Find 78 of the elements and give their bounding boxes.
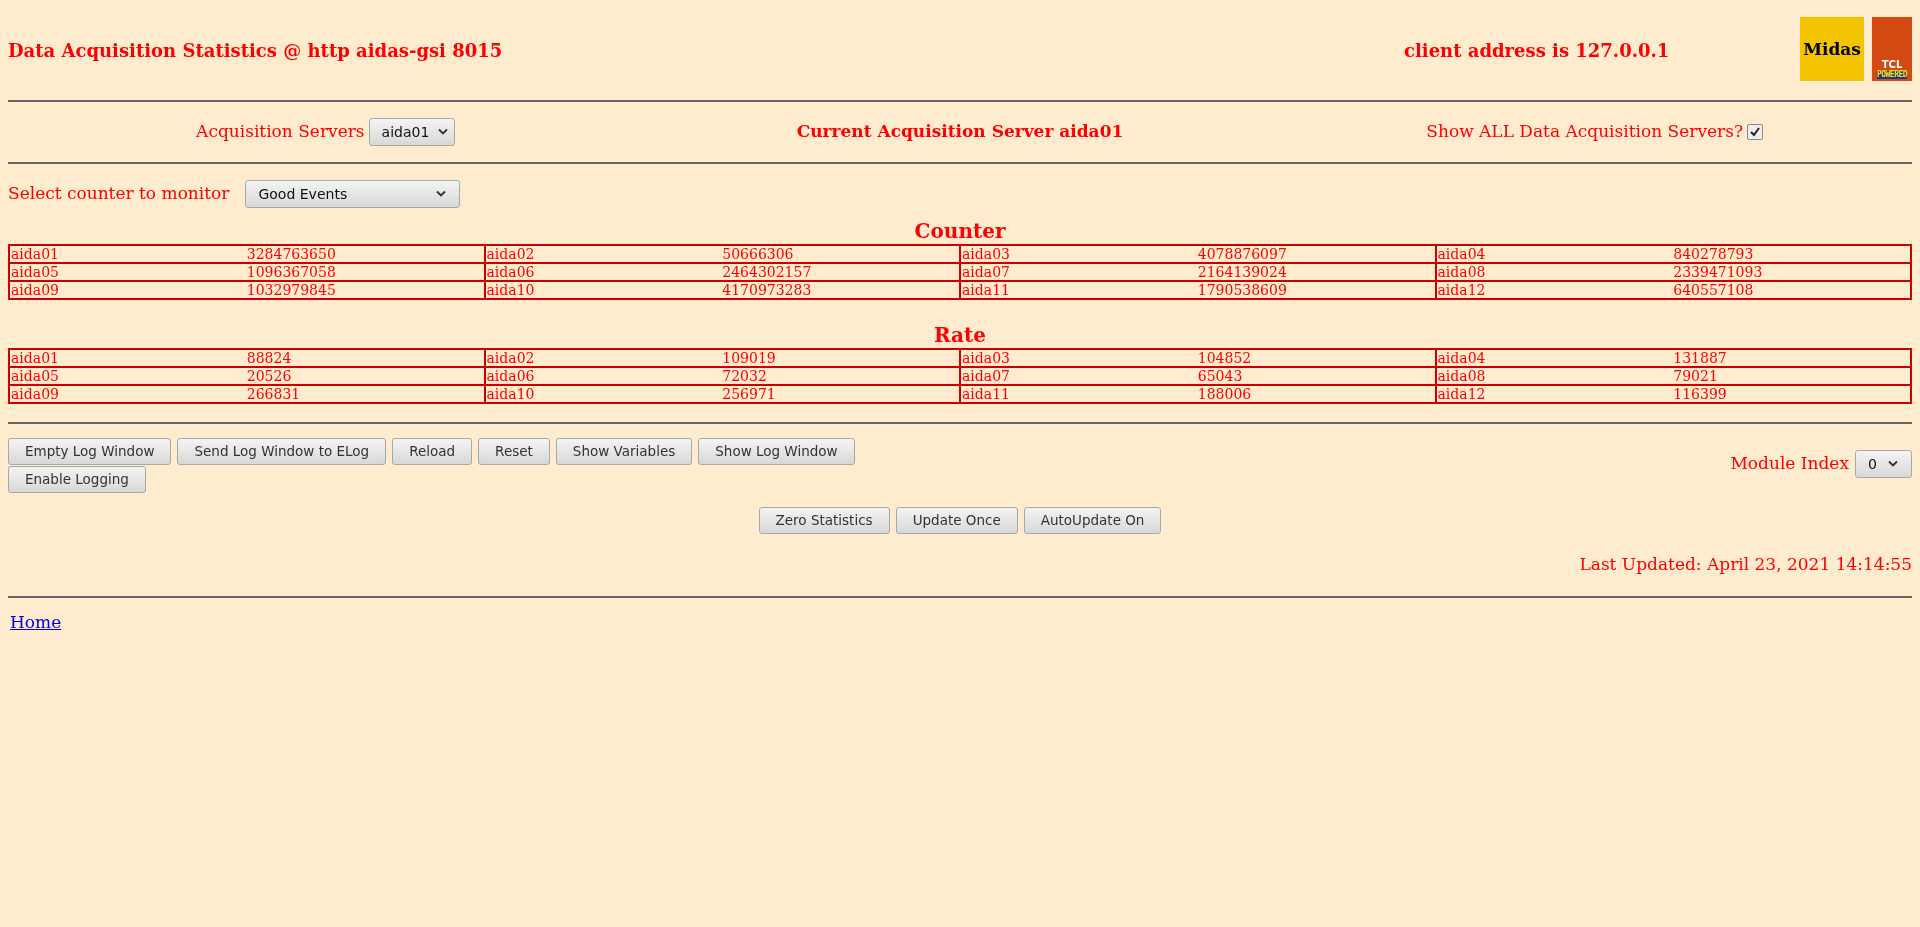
chevron-down-icon — [1887, 460, 1899, 468]
client-address: client address is 127.0.0.1 — [1404, 39, 1670, 61]
home-link[interactable]: Home — [10, 612, 62, 632]
module-name: aida03 — [961, 351, 1011, 365]
module-name: aida11 — [961, 387, 1011, 401]
action-button[interactable]: Show Variables — [555, 438, 693, 465]
module-name: aida12 — [1436, 387, 1487, 401]
module-name: aida03 — [961, 247, 1011, 261]
counter-value: 65043 — [1197, 369, 1244, 383]
counter-value: 88824 — [246, 351, 293, 365]
logo-text: TCL — [1881, 60, 1903, 70]
module-name: aida06 — [485, 265, 536, 279]
counter-value: 256971 — [722, 387, 777, 401]
module-name: aida02 — [485, 351, 536, 365]
module-name: aida09 — [10, 283, 60, 297]
chevron-down-icon — [437, 128, 450, 136]
chevron-down-icon — [435, 190, 448, 198]
show-all-label: Show ALL Data Acquisition Servers? — [1426, 120, 1744, 144]
page-title: Data Acquisition Statistics @ http aidas-gsi 8015 — [8, 39, 503, 61]
counter-value: 4078876097 — [1197, 247, 1288, 261]
module-name: aida05 — [10, 369, 60, 383]
module-name: aida08 — [1436, 369, 1487, 383]
counter-value: 2164139024 — [1197, 265, 1288, 279]
module-name: aida04 — [1436, 247, 1487, 261]
current-server: Current Acquisition Server aida01 — [796, 120, 1124, 144]
servers-label: Acquisition Servers — [196, 120, 365, 144]
action-button[interactable]: AutoUpdate On — [1023, 507, 1162, 534]
action-button[interactable]: Empty Log Window — [8, 438, 172, 465]
module-name: aida08 — [1436, 265, 1487, 279]
action-button[interactable]: Enable Logging — [8, 466, 146, 493]
counter-value: 3284763650 — [246, 247, 337, 261]
module-name: aida09 — [10, 387, 60, 401]
last-updated: Last Updated: April 23, 2021 14:14:55 — [1579, 553, 1912, 577]
module-name: aida01 — [10, 351, 60, 365]
module-name: aida01 — [10, 247, 60, 261]
show-all-checkbox[interactable] — [1747, 124, 1764, 140]
counter-select[interactable]: Good Events — [245, 180, 461, 208]
module-name: aida07 — [961, 369, 1011, 383]
logo-text: Midas — [1803, 40, 1861, 58]
counter-value: 640557108 — [1673, 283, 1755, 297]
counter-value: 188006 — [1197, 387, 1253, 401]
server-select[interactable]: aida01 — [368, 118, 455, 146]
action-button[interactable]: Show Log Window — [698, 438, 855, 465]
module-index-select[interactable]: 0 — [1855, 450, 1912, 478]
module-name: aida05 — [10, 265, 60, 279]
counter-value: 4170973283 — [722, 283, 813, 297]
counter-value: 131887 — [1673, 351, 1728, 365]
counter-value: 50666306 — [722, 247, 795, 261]
module-name: aida02 — [485, 247, 536, 261]
module-name: aida06 — [485, 369, 536, 383]
counter-value: 1096367058 — [246, 265, 337, 279]
counter-value: 72032 — [722, 369, 768, 383]
counter-value: 109019 — [722, 351, 777, 365]
counter-value: 104852 — [1197, 351, 1253, 365]
module-index-label: Module Index — [1730, 452, 1849, 476]
module-name: aida10 — [485, 283, 536, 297]
counter-value: 2339471093 — [1673, 265, 1764, 279]
module-name: aida10 — [485, 387, 536, 401]
action-button[interactable]: Send Log Window to ELog — [177, 438, 387, 465]
counter-value: 79021 — [1673, 369, 1719, 383]
counter-value: 20526 — [246, 369, 293, 383]
action-button[interactable]: Reset — [478, 438, 550, 465]
counter-value: 840278793 — [1673, 247, 1755, 261]
module-name: aida12 — [1436, 283, 1487, 297]
table-title: Rate — [934, 322, 986, 348]
counter-value: 1032979845 — [246, 283, 337, 297]
action-button[interactable]: Update Once — [895, 507, 1018, 534]
counter-value: 266831 — [246, 387, 302, 401]
table-title: Counter — [914, 218, 1006, 244]
module-name: aida11 — [961, 283, 1011, 297]
module-name: aida04 — [1436, 351, 1487, 365]
action-button[interactable]: Zero Statistics — [758, 507, 890, 534]
counter-value: 1790538609 — [1197, 283, 1288, 297]
counter-value: 116399 — [1673, 387, 1728, 401]
module-name: aida07 — [961, 265, 1011, 279]
counter-select-label: Select counter to monitor — [8, 182, 230, 206]
counter-value: 2464302157 — [722, 265, 813, 279]
action-button[interactable]: Reload — [392, 438, 473, 465]
